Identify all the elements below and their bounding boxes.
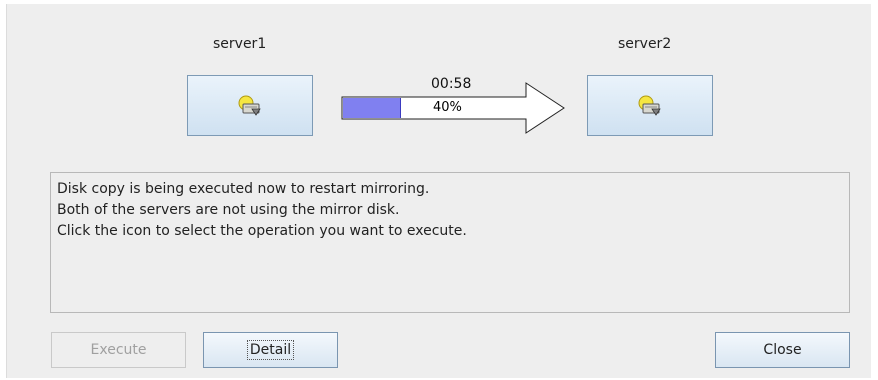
server2-label: server2 [618,36,672,52]
execute-button[interactable]: Execute [51,332,186,368]
detail-button[interactable]: Detail [203,332,338,368]
copy-progress-fill [343,98,401,118]
server1-label: server1 [213,36,267,52]
server1-button[interactable] [187,75,313,136]
status-message-box: Disk copy is being executed now to resta… [50,172,850,313]
message-line: Both of the servers are not using the mi… [57,202,400,218]
server2-button[interactable] [587,75,713,136]
execute-button-label: Execute [90,342,147,358]
message-line: Disk copy is being executed now to resta… [57,181,430,197]
message-line: Click the icon to select the operation y… [57,223,467,239]
copy-progress-bar: 40% [343,98,489,118]
close-button[interactable]: Close [715,332,850,368]
mirror-disk-dialog: server1 00:58 40% server2 Disk copy is b… [6,4,871,378]
hdd-warning-icon [237,95,263,117]
hdd-warning-icon [637,95,663,117]
close-button-label: Close [763,342,802,358]
detail-button-label: Detail [246,340,295,360]
copy-progress-text: 40% [433,100,462,115]
